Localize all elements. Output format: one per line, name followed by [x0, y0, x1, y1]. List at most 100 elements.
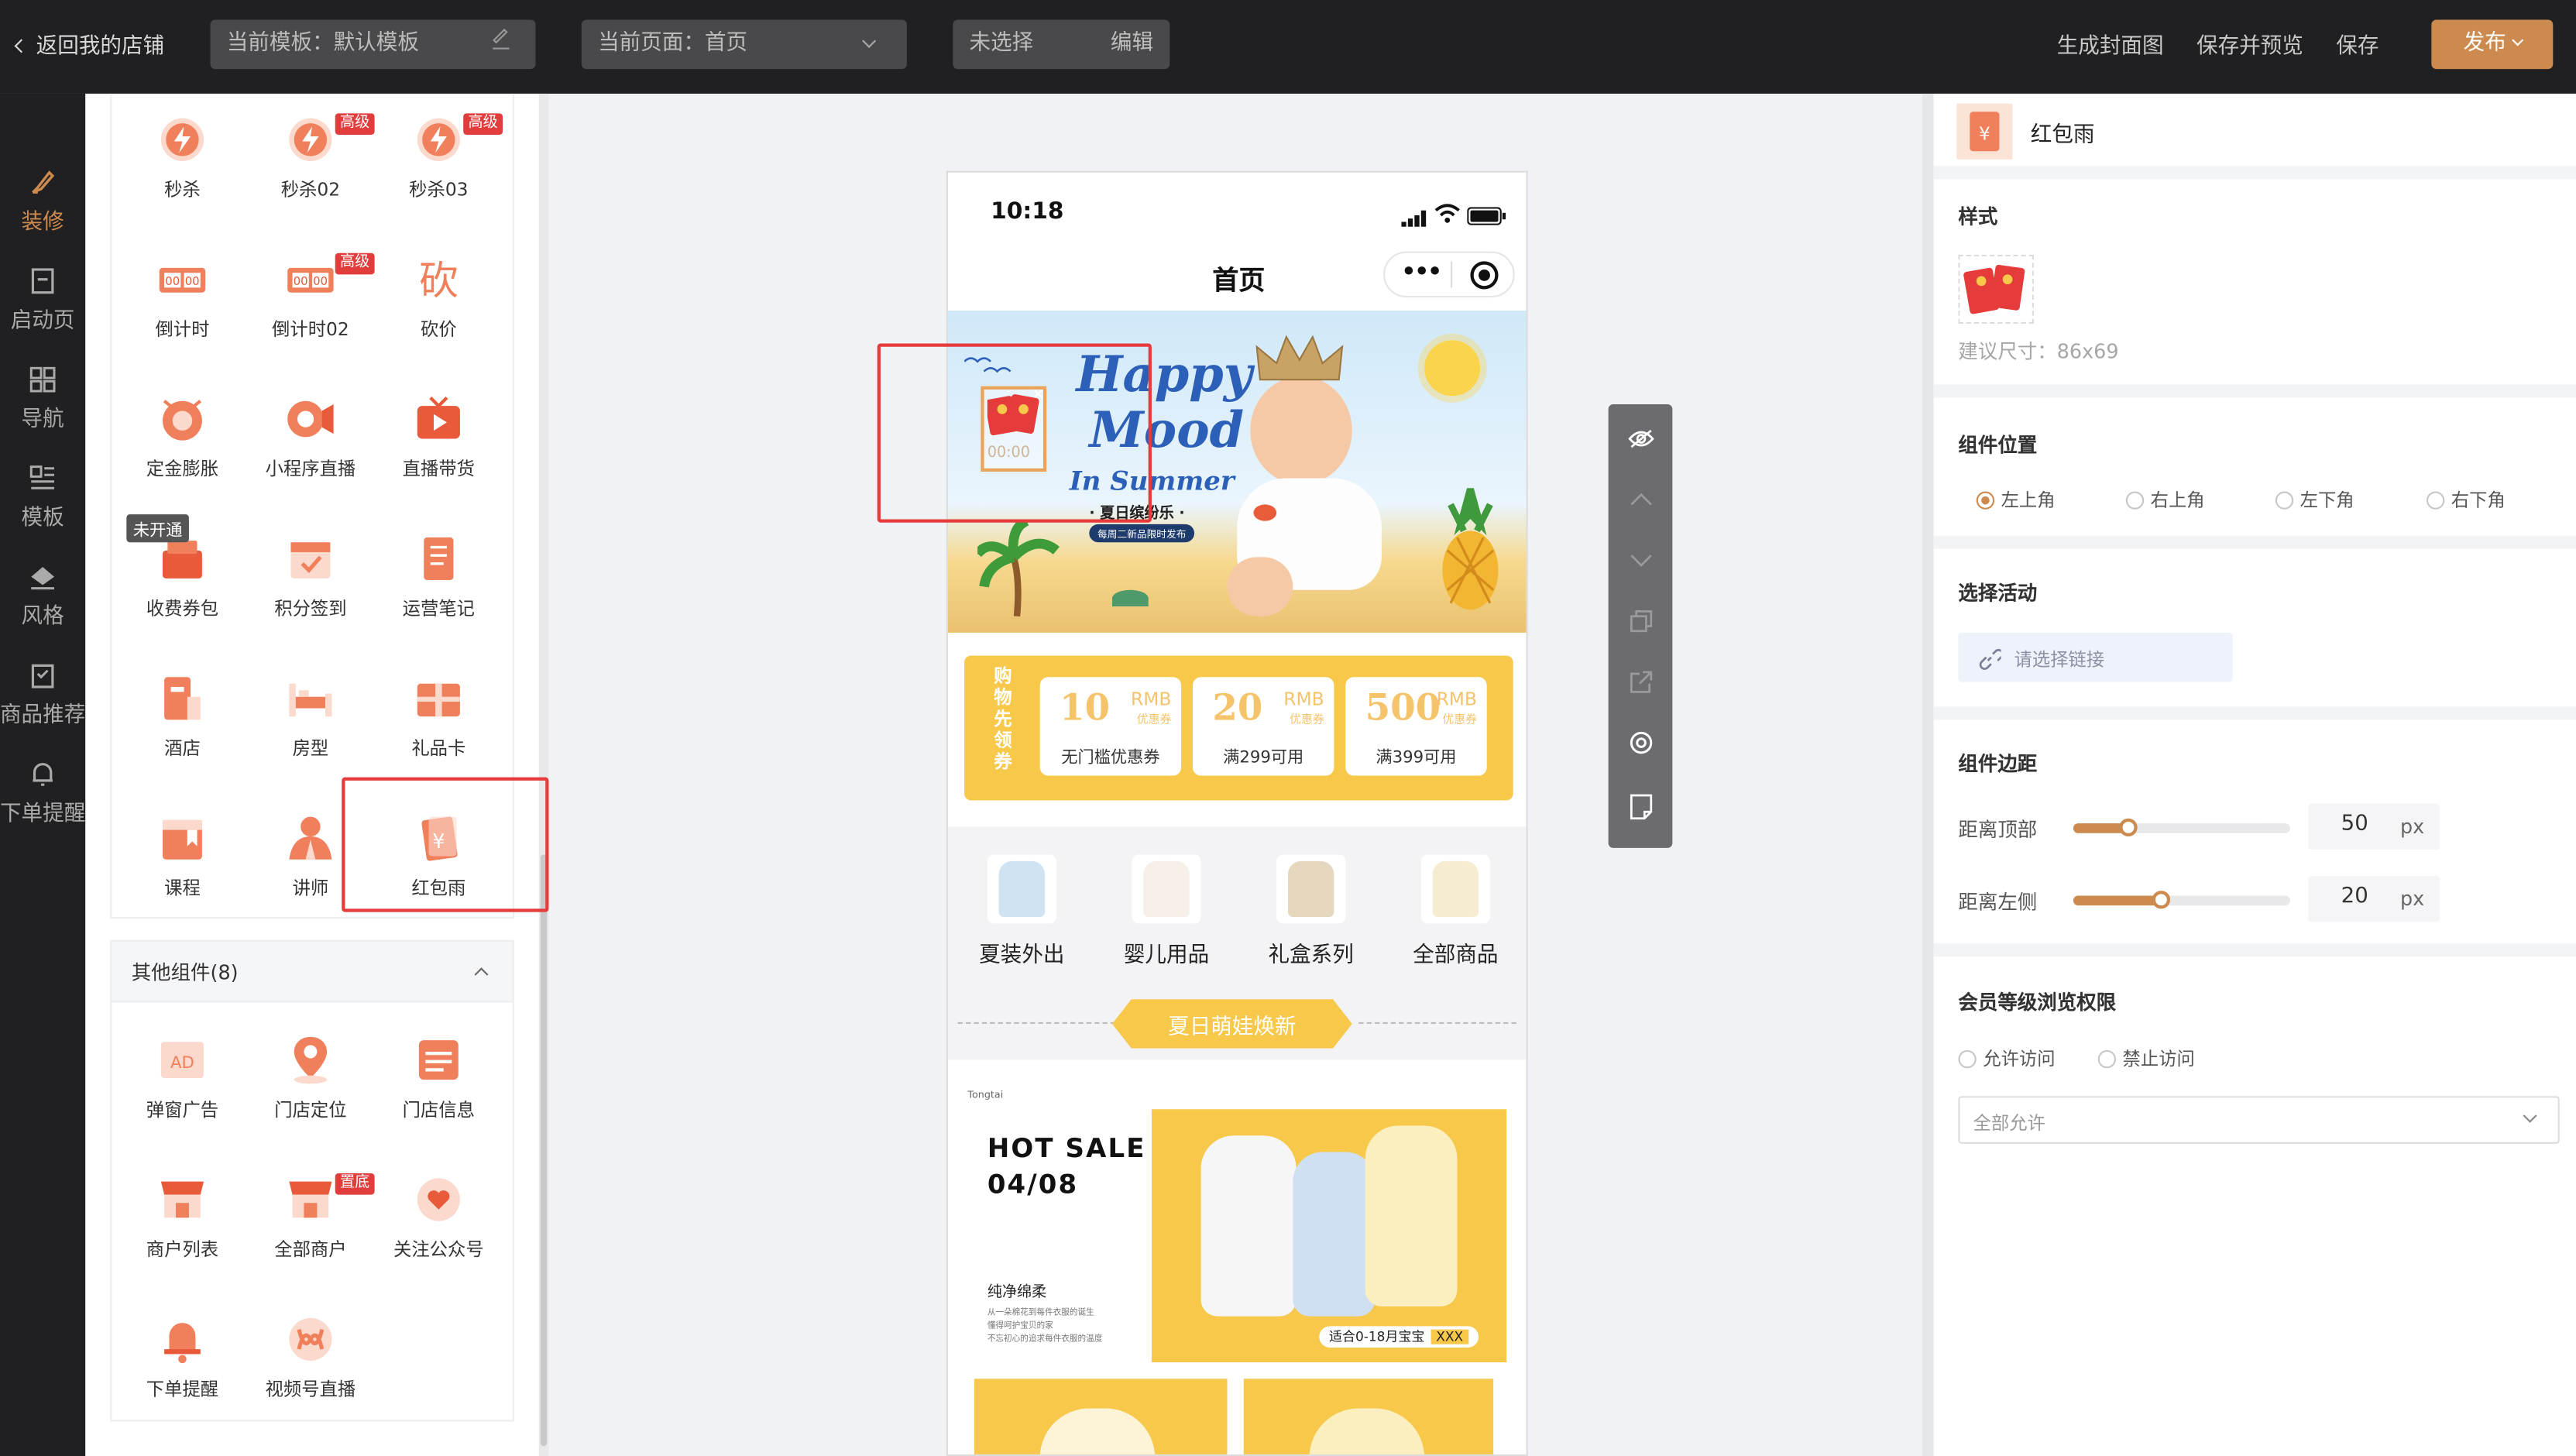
coupon-card[interactable]: 10 RMB 优惠券 无门槛优惠券	[1039, 677, 1182, 776]
category-item[interactable]: 婴儿用品	[1109, 850, 1224, 981]
flash-sale-icon	[158, 115, 208, 165]
nav-item-template[interactable]: 模板	[0, 454, 85, 552]
component-item[interactable]: 直播带货	[390, 375, 488, 507]
component-item[interactable]: 商户列表	[133, 1156, 232, 1287]
save-button[interactable]: 保存	[2336, 28, 2379, 60]
component-item[interactable]: 下单提醒	[133, 1295, 232, 1427]
separator	[1933, 943, 2576, 956]
arrow-up-icon[interactable]	[1609, 469, 1673, 530]
nav-item-product-recommend[interactable]: 商品推荐	[0, 651, 85, 749]
component-item[interactable]: 酒店	[133, 654, 232, 786]
component-item[interactable]: 00 00 倒计时	[133, 235, 232, 366]
margin-top-slider-handle[interactable]	[2119, 818, 2138, 837]
nav-item-order-reminder[interactable]: 下单提醒	[0, 750, 85, 848]
category-item[interactable]: 礼盒系列	[1253, 850, 1368, 981]
product-tile-left[interactable]	[974, 1379, 1228, 1454]
nav-item-decorate[interactable]: 装修	[0, 158, 85, 256]
access-allow-option[interactable]: 允许访问	[1958, 1046, 2056, 1072]
component-item[interactable]: 高级 秒杀03	[390, 95, 503, 227]
access-select[interactable]: 全部允许	[1958, 1096, 2560, 1144]
component-item[interactable]: 视频号直播	[261, 1295, 359, 1427]
sun-icon	[1424, 340, 1481, 397]
component-item[interactable]: 运营笔记	[390, 514, 488, 646]
note-icon[interactable]	[1609, 776, 1673, 837]
component-item[interactable]: 收费券包 未开通	[126, 514, 232, 646]
page-selector[interactable]: 当前页面：首页	[581, 19, 907, 70]
status-time: 10:18	[991, 198, 1064, 225]
category-item[interactable]: 夏装外出	[964, 850, 1079, 981]
component-item[interactable]: 课程	[133, 794, 232, 925]
component-item[interactable]: 门店定位	[261, 1015, 359, 1147]
separator	[1933, 706, 2576, 720]
component-item[interactable]: 房型	[261, 654, 359, 786]
baby-head	[1250, 376, 1352, 485]
activity-link-input[interactable]: 请选择链接	[1958, 632, 2233, 682]
position-option[interactable]: 左上角	[1976, 486, 2056, 513]
close-target-icon[interactable]	[1470, 261, 1499, 290]
gift-card-icon	[414, 674, 464, 723]
component-item[interactable]: 小程序直播	[261, 375, 359, 507]
coupon-card[interactable]: 20 RMB 优惠券 满299可用	[1192, 677, 1334, 776]
component-label: 直播带货	[402, 458, 476, 480]
component-label: 倒计时02	[272, 318, 349, 341]
back-to-store-link[interactable]: 返回我的店铺	[14, 28, 164, 59]
margin-left-slider-handle[interactable]	[2152, 891, 2170, 909]
video-channel-icon	[286, 1315, 335, 1365]
nav-item-navigation[interactable]: 导航	[0, 355, 85, 453]
hot-desc-1: 从一朵棉花到每件衣服的诞生	[987, 1308, 1094, 1318]
nav-item-launch-page[interactable]: 启动页	[0, 256, 85, 355]
coupon-card[interactable]: 500 RMB 优惠券 满399可用	[1345, 677, 1487, 776]
save-preview-button[interactable]: 保存并预览	[2196, 28, 2303, 60]
component-toolbar	[1608, 403, 1673, 848]
component-item[interactable]: 砍砍价	[390, 235, 488, 366]
style-option-red-envelope[interactable]	[1958, 254, 2035, 325]
component-item[interactable]: AD 弹窗广告	[133, 1015, 232, 1147]
component-item[interactable]: 高级 秒杀02	[261, 95, 375, 227]
other-components-header[interactable]: 其他组件(8)	[110, 939, 514, 1003]
component-item[interactable]: 置底 全部商户	[261, 1156, 375, 1287]
access-deny-option[interactable]: 禁止访问	[2097, 1046, 2195, 1072]
edit-button[interactable]: 编辑	[1111, 19, 1153, 69]
countdown-icon: 00 00 高级	[286, 252, 375, 304]
component-item[interactable]: 关注公众号	[390, 1156, 488, 1287]
share-icon[interactable]	[1609, 651, 1673, 712]
separator	[1933, 384, 2576, 398]
component-item[interactable]: 秒杀	[133, 95, 232, 227]
shop-icon	[158, 1175, 208, 1224]
margin-top-input[interactable]: 50 px	[2308, 803, 2440, 850]
more-dots-icon[interactable]: •••	[1401, 259, 1442, 286]
publish-button[interactable]: 发布	[2431, 19, 2554, 70]
category-item[interactable]: 全部商品	[1398, 850, 1513, 981]
settings-icon[interactable]	[1609, 712, 1673, 773]
grid-icon	[28, 365, 57, 394]
component-item[interactable]: 积分签到	[261, 514, 359, 646]
component-item[interactable]: 00 00 高级倒计时02	[261, 235, 375, 366]
position-option[interactable]: 左下角	[2275, 486, 2354, 513]
hot-tag: 适合0-18月宝宝 XXX	[1319, 1326, 1479, 1348]
component-item[interactable]: 礼品卡	[390, 654, 488, 786]
panel-scroll-thumb[interactable]	[540, 854, 548, 1447]
deposit-icon	[158, 394, 208, 444]
position-label: 右上角	[2150, 489, 2205, 511]
template-selector[interactable]: 当前模板：默认模板	[210, 19, 536, 70]
crab-icon	[1253, 504, 1277, 521]
pencil-icon[interactable]	[493, 28, 510, 50]
position-option[interactable]: 右下角	[2426, 486, 2506, 513]
coupon-desc: 无门槛优惠券	[1061, 749, 1160, 767]
arrow-down-icon[interactable]	[1609, 529, 1673, 590]
capsule-menu[interactable]: •••	[1383, 251, 1515, 298]
component-label: 商户列表	[146, 1238, 219, 1261]
position-option[interactable]: 右上角	[2125, 486, 2205, 513]
radio-icon	[2097, 1049, 2117, 1069]
component-label: 课程	[164, 877, 201, 899]
component-item[interactable]: 定金膨胀	[133, 375, 232, 507]
margin-left-input[interactable]: 20 px	[2308, 875, 2440, 922]
copy-icon[interactable]	[1609, 590, 1673, 651]
component-item[interactable]: 门店信息	[390, 1015, 488, 1147]
component-label: 积分签到	[274, 598, 347, 620]
generate-cover-button[interactable]: 生成封面图	[2057, 28, 2164, 60]
hot-desc-2: 懂得呵护宝贝的家	[987, 1321, 1053, 1331]
nav-item-style[interactable]: 风格	[0, 552, 85, 651]
eye-hide-icon[interactable]	[1609, 407, 1673, 469]
product-tile-right[interactable]	[1243, 1379, 1494, 1454]
